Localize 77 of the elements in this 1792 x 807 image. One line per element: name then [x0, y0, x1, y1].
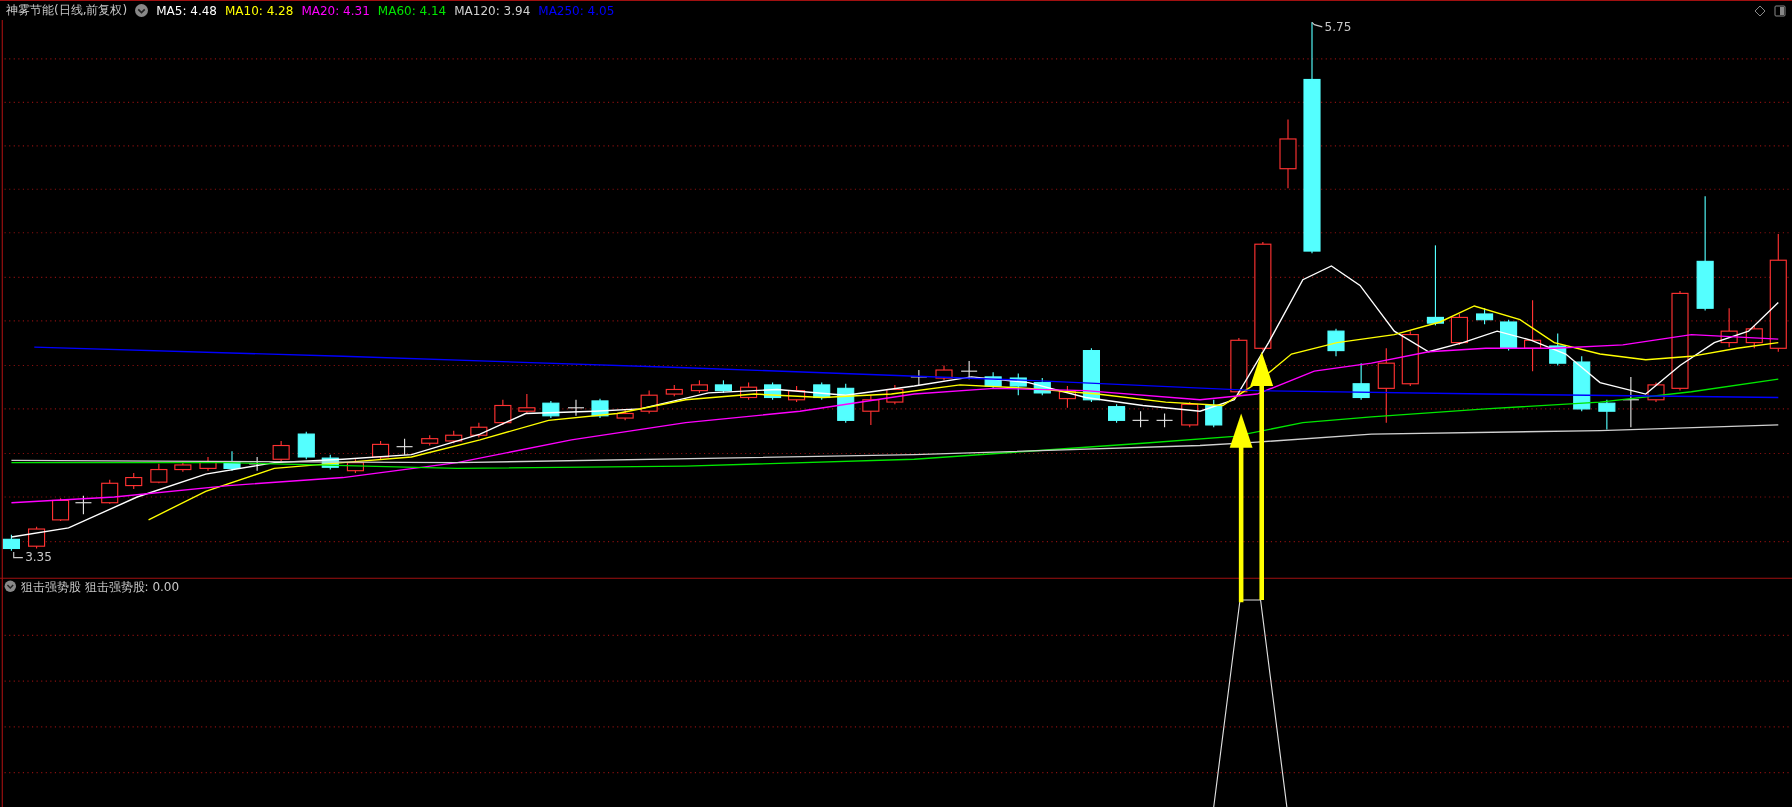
- candlestick: [960, 360, 978, 380]
- candlestick: [1181, 401, 1199, 428]
- candlestick: [1009, 372, 1027, 396]
- indicator-name: 狙击强势股: [20, 579, 81, 594]
- candlestick: [2, 534, 20, 552]
- high-price-label: 5.75: [1324, 20, 1352, 35]
- candlestick: [150, 463, 168, 484]
- candlestick: [1108, 403, 1126, 424]
- candlestick: [346, 458, 364, 474]
- candlestick: [372, 440, 390, 460]
- candlestick: [272, 440, 290, 463]
- leader-line: [1311, 21, 1323, 28]
- candlestick: [494, 399, 512, 426]
- candlestick: [1230, 337, 1248, 395]
- moving-average-value: MA10: 4.28: [224, 3, 294, 18]
- candlestick: [665, 384, 683, 397]
- candlestick: [101, 479, 119, 505]
- candlestick: [764, 382, 782, 401]
- candlestick: [567, 399, 585, 417]
- candlestick: [813, 382, 831, 401]
- candlestick: [396, 438, 414, 456]
- stock-title: 神雾节能(日线,前复权): [6, 2, 128, 19]
- candlestick: [1476, 307, 1494, 325]
- candlestick: [297, 431, 315, 460]
- moving-average-value: MA120: 3.94: [454, 3, 531, 18]
- candlestick: [788, 385, 806, 403]
- candlestick: [421, 434, 439, 447]
- diamond-icon[interactable]: [1754, 4, 1766, 17]
- candlestick: [1156, 412, 1174, 428]
- candlestick: [470, 422, 488, 439]
- leader-line: [13, 551, 24, 559]
- candlestick: [1401, 330, 1419, 387]
- dropdown-icon[interactable]: [135, 4, 149, 17]
- candlestick: [862, 394, 880, 426]
- candlestick: [1205, 399, 1223, 428]
- candlestick: [321, 454, 339, 471]
- candlestick: [199, 456, 217, 472]
- dropdown-icon[interactable]: [4, 580, 16, 592]
- candlestick: [518, 393, 536, 415]
- candlestick: [174, 460, 192, 473]
- candlestick: [1033, 377, 1051, 396]
- candlestick: [1132, 410, 1150, 428]
- candlestick: [616, 408, 634, 421]
- indicator-value: 狙击强势股: 0.00: [84, 579, 180, 594]
- candlestick: [1549, 332, 1567, 367]
- moving-average-value: MA20: 4.31: [301, 3, 370, 18]
- panel-icon[interactable]: [1774, 4, 1786, 17]
- candlestick: [1720, 307, 1738, 348]
- candlestick: [1352, 362, 1370, 401]
- candlestick: [1058, 385, 1076, 409]
- candlestick: [690, 379, 708, 394]
- candlestick: [640, 390, 658, 415]
- candlestick: [52, 497, 70, 522]
- candlestick: [1082, 347, 1100, 403]
- candlestick: [542, 400, 560, 419]
- candlestick: [984, 371, 1002, 389]
- candlestick: [740, 382, 758, 401]
- candlestick: [1450, 313, 1468, 346]
- candlestick: [1500, 319, 1518, 352]
- candlestick: [445, 430, 463, 444]
- candlestick: [74, 495, 92, 515]
- candlestick: [1327, 328, 1345, 357]
- moving-average-value: MA5: 4.48: [156, 3, 217, 18]
- candlestick: [886, 384, 904, 405]
- moving-average-value: MA250: 4.05: [538, 3, 615, 18]
- candlestick: [125, 472, 143, 490]
- candlestick: [935, 364, 953, 381]
- moving-average-value: MA60: 4.14: [377, 3, 447, 18]
- candlestick: [1745, 324, 1763, 349]
- candlestick: [1279, 118, 1297, 189]
- candlestick: [223, 450, 241, 472]
- candlestick: [910, 369, 928, 386]
- candlestick: [1598, 399, 1616, 431]
- candlestick: [1573, 355, 1591, 412]
- candlestick: [714, 379, 732, 394]
- low-price-label: 3.35: [25, 550, 52, 565]
- candlestick: [28, 526, 46, 550]
